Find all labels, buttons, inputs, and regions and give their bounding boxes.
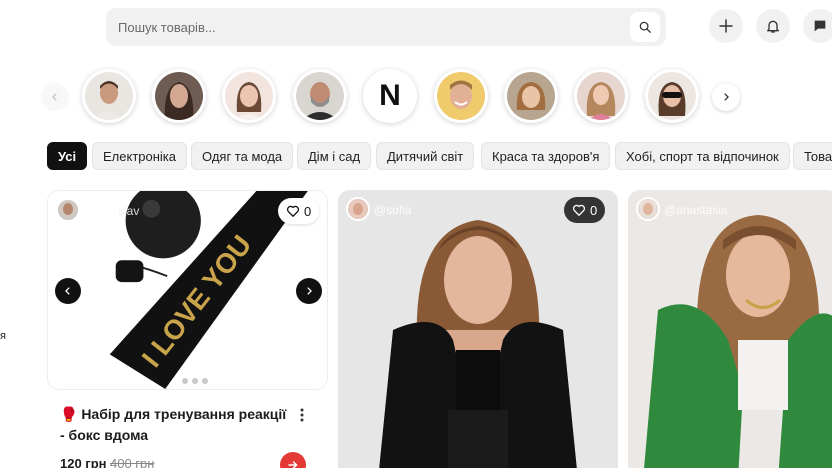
pagination-dot — [182, 378, 188, 384]
story-2[interactable] — [152, 69, 206, 123]
chip-label: Дім і сад — [308, 148, 361, 164]
chip-label: Одяг та мода — [202, 148, 283, 164]
search-icon — [639, 21, 651, 33]
stories-next-button[interactable] — [712, 83, 740, 111]
story-6[interactable] — [434, 69, 488, 123]
side-text: я — [0, 330, 6, 342]
image-next-button[interactable] — [296, 278, 322, 304]
story-logo: N — [366, 72, 414, 120]
arrow-right-icon — [288, 461, 298, 468]
product-card[interactable]: @anastasia — [628, 190, 832, 468]
story-avatar — [648, 72, 696, 120]
seller-username[interactable]: @anastasia — [664, 203, 728, 217]
story-logo-letter: N — [379, 79, 401, 112]
pagination-dot — [192, 378, 198, 384]
chip-label: Дитячий світ — [387, 148, 464, 164]
category-chip-hobby-sport[interactable]: Хобі, спорт та відпочинок — [615, 142, 790, 170]
story-avatar — [225, 72, 273, 120]
story-1[interactable] — [82, 69, 136, 123]
messages-button[interactable] — [803, 9, 832, 43]
story-4[interactable] — [293, 69, 347, 123]
bell-icon — [767, 20, 779, 33]
seller-username[interactable]: slav — [118, 204, 139, 218]
category-chip-all[interactable]: Усі — [47, 142, 88, 170]
product-title[interactable]: 🥊 Набір для тренування реакції - бокс вд… — [60, 404, 290, 446]
story-avatar — [507, 72, 555, 120]
category-chip-home-garden[interactable]: Дім і сад — [297, 142, 372, 170]
search-input[interactable] — [118, 19, 598, 35]
product-price: 120 грн — [60, 456, 107, 468]
like-count: 0 — [590, 202, 598, 218]
story-3[interactable] — [222, 69, 276, 123]
category-chip-kids[interactable]: Дитячий світ — [376, 142, 475, 170]
story-5[interactable]: N — [363, 69, 417, 123]
product-old-price: 400 грн — [110, 456, 155, 468]
chevron-left-icon — [65, 287, 70, 295]
chip-label: Краса та здоров'я — [492, 148, 600, 164]
image-pagination — [172, 378, 208, 384]
pagination-dot — [172, 378, 178, 384]
chevron-right-icon — [307, 287, 312, 295]
search-bar — [106, 8, 666, 46]
notifications-button[interactable] — [756, 9, 790, 43]
seller-avatar[interactable] — [56, 198, 80, 222]
more-options-button[interactable] — [296, 408, 308, 422]
chip-label: Усі — [58, 148, 77, 164]
story-8[interactable] — [574, 69, 628, 123]
product-card[interactable]: @sofia 0 — [338, 190, 618, 468]
story-avatar — [437, 72, 485, 120]
category-chip-electronics[interactable]: Електроніка — [92, 142, 188, 170]
story-avatar — [296, 72, 344, 120]
like-button[interactable]: 0 — [564, 197, 606, 223]
like-count: 0 — [304, 203, 312, 219]
seller-avatar[interactable] — [636, 197, 660, 221]
story-7[interactable] — [504, 69, 558, 123]
category-chip-fashion[interactable]: Одяг та мода — [191, 142, 294, 170]
image-prev-button[interactable] — [55, 278, 81, 304]
chat-icon — [814, 20, 826, 32]
chip-label: Електроніка — [103, 148, 177, 164]
story-avatar — [577, 72, 625, 120]
chip-label: Товари — [804, 148, 832, 164]
category-chip-beauty[interactable]: Краса та здоров'я — [481, 142, 611, 170]
story-9[interactable] — [645, 69, 699, 123]
product-image — [628, 190, 832, 468]
category-chip-goods[interactable]: Товари — [793, 142, 832, 170]
seller-avatar[interactable] — [346, 197, 370, 221]
pagination-dot — [202, 378, 208, 384]
plus-icon — [719, 19, 733, 33]
story-avatar — [85, 72, 133, 120]
heart-icon — [572, 204, 586, 216]
like-button[interactable]: 0 — [278, 198, 320, 224]
open-product-button[interactable] — [280, 452, 306, 468]
heart-icon — [286, 205, 300, 217]
product-image — [338, 190, 618, 468]
add-button[interactable] — [709, 9, 743, 43]
seller-username[interactable]: @sofia — [374, 203, 412, 217]
chevron-left-icon — [52, 93, 57, 101]
story-avatar — [155, 72, 203, 120]
stories-prev-button[interactable] — [41, 83, 69, 111]
chevron-right-icon — [724, 93, 729, 101]
product-card-image[interactable]: I LOVE YOU slav 0 — [47, 190, 328, 390]
search-button[interactable] — [630, 12, 660, 42]
chip-label: Хобі, спорт та відпочинок — [626, 148, 779, 164]
more-vertical-icon — [300, 408, 304, 422]
